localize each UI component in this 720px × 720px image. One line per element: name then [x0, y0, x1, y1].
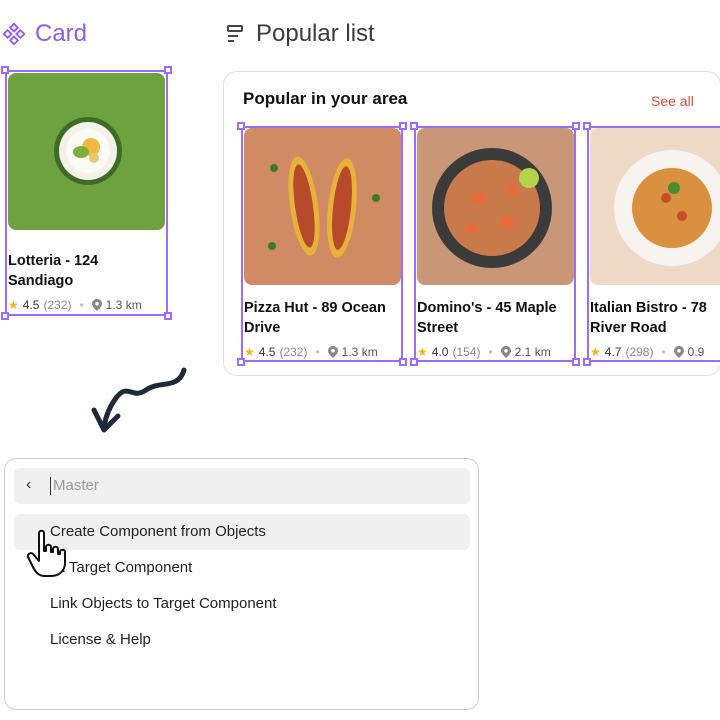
- distance: 2.1 km: [514, 345, 551, 359]
- tacos-image: [244, 128, 401, 285]
- location-pin-icon: [500, 346, 511, 358]
- distance: 0.9: [687, 345, 705, 359]
- command-palette: ‹ Master Create Component from Objects c…: [4, 458, 479, 710]
- location-pin-icon: [91, 299, 102, 311]
- hand-cursor-icon: [26, 529, 66, 577]
- sushi-image: [8, 73, 165, 230]
- resize-handle[interactable]: [1, 312, 9, 320]
- popular-list-heading: Popular list: [226, 20, 375, 48]
- card-heading: Card: [3, 20, 87, 48]
- search-input[interactable]: Master: [53, 477, 99, 494]
- card-title: Lotteria - 124 Sandiago: [8, 253, 99, 289]
- star-icon: ★: [244, 345, 255, 359]
- menu-item-create-component[interactable]: Create Component from Objects: [14, 514, 470, 550]
- menu-item-pick-target[interactable]: ck Target Component: [14, 550, 470, 586]
- distance: 1.3 km: [105, 298, 142, 312]
- resize-handle[interactable]: [1, 66, 9, 74]
- menu-item-link-objects[interactable]: Link Objects to Target Component: [14, 586, 470, 622]
- rating: 4.5: [258, 345, 276, 359]
- review-count: (232): [279, 345, 308, 359]
- rating: 4.5: [22, 298, 40, 312]
- resize-handle[interactable]: [399, 358, 407, 366]
- curved-arrow-icon: [91, 367, 187, 433]
- separator-dot: •: [79, 298, 84, 312]
- popular-card-title: Pizza Hut - 89 Ocean Drive: [244, 300, 386, 336]
- popular-card-meta: ★ 4.7 (298) • 0.9: [590, 345, 704, 359]
- separator-dot: •: [661, 345, 666, 359]
- review-count: (154): [452, 345, 481, 359]
- separator-dot: •: [315, 345, 320, 359]
- popular-title: Popular in your area: [243, 89, 408, 108]
- star-icon: ★: [590, 345, 601, 359]
- popular-heading-label: Popular list: [256, 20, 375, 47]
- resize-handle[interactable]: [164, 66, 172, 74]
- rating: 4.7: [604, 345, 622, 359]
- star-icon: ★: [417, 345, 428, 359]
- popular-card-title: Italian Bistro - 78 River Road: [590, 300, 707, 336]
- popular-card-meta: ★ 4.5 (232) • 1.3 km: [244, 345, 378, 359]
- shrimp-pasta-image: [417, 128, 574, 285]
- rating: 4.0: [431, 345, 449, 359]
- distance: 1.3 km: [341, 345, 378, 359]
- menu-item-license-help[interactable]: License & Help: [14, 622, 470, 658]
- review-count: (298): [625, 345, 654, 359]
- search-bar[interactable]: ‹ Master: [14, 468, 470, 504]
- list-icon: [227, 25, 243, 42]
- card-heading-label: Card: [35, 20, 88, 47]
- separator-dot: •: [488, 345, 493, 359]
- see-all-link[interactable]: See all: [651, 93, 694, 109]
- popular-panel: Popular in your area See all Pizza Hut -…: [223, 71, 720, 376]
- resize-handle[interactable]: [583, 358, 591, 366]
- star-icon: ★: [8, 298, 19, 312]
- popular-card-title: Domino's - 45 Maple Street: [417, 300, 557, 336]
- back-chevron-icon[interactable]: ‹: [26, 476, 31, 494]
- resize-handle[interactable]: [237, 122, 245, 130]
- resize-handle[interactable]: [572, 358, 580, 366]
- pasta-image: [590, 128, 720, 285]
- location-pin-icon: [673, 346, 684, 358]
- resize-handle[interactable]: [583, 122, 591, 130]
- review-count: (232): [43, 298, 72, 312]
- resize-handle[interactable]: [237, 358, 245, 366]
- popular-card-meta: ★ 4.0 (154) • 2.1 km: [417, 345, 551, 359]
- card-meta: ★ 4.5 (232) • 1.3 km: [8, 298, 142, 312]
- resize-handle[interactable]: [572, 122, 580, 130]
- text-caret: [50, 477, 51, 495]
- component-icon: [3, 23, 25, 45]
- resize-handle[interactable]: [164, 312, 172, 320]
- resize-handle[interactable]: [410, 122, 418, 130]
- resize-handle[interactable]: [410, 358, 418, 366]
- resize-handle[interactable]: [399, 122, 407, 130]
- location-pin-icon: [327, 346, 338, 358]
